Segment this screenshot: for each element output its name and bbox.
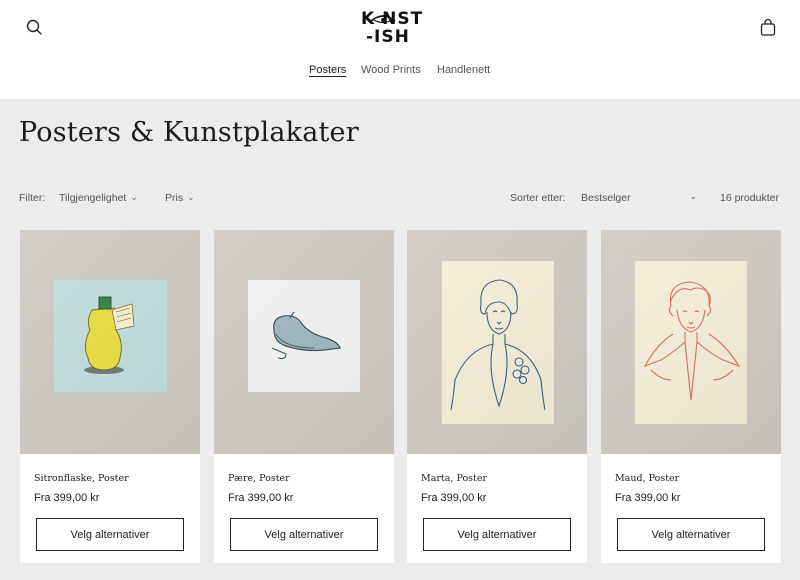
product-price: Fra 399,00 kr <box>228 492 294 504</box>
product-card[interactable]: Pære, Poster Fra 399,00 kr Velg alternat… <box>214 230 394 563</box>
nav-item-posters[interactable]: Posters <box>309 64 346 76</box>
eye-icon <box>370 15 396 24</box>
cart-button[interactable] <box>757 17 779 39</box>
sort-select[interactable]: Bestselger ⌄ <box>581 191 697 204</box>
nav-item-wood-prints[interactable]: Wood Prints <box>361 64 421 76</box>
product-image[interactable] <box>20 230 200 454</box>
filter-label: Filter: <box>19 192 46 204</box>
product-name[interactable]: Marta, Poster <box>421 473 487 484</box>
page-title: Posters & Kunstplakater <box>19 117 359 148</box>
chevron-down-icon: ⌄ <box>130 192 138 202</box>
product-card[interactable]: Marta, Poster Fra 399,00 kr Velg alterna… <box>407 230 587 563</box>
sort-select-value: Bestselger <box>581 192 631 204</box>
product-name[interactable]: Sitronflaske, Poster <box>34 473 129 484</box>
product-price: Fra 399,00 kr <box>34 492 100 504</box>
product-name[interactable]: Pære, Poster <box>228 473 290 484</box>
product-image[interactable] <box>214 230 394 454</box>
price-filter-label: Pris <box>165 192 184 204</box>
logo-text-line2: -ISH <box>366 27 410 47</box>
product-count: 16 produkter <box>720 192 779 204</box>
product-name[interactable]: Maud, Poster <box>615 473 679 484</box>
product-card[interactable]: Maud, Poster Fra 399,00 kr Velg alternat… <box>601 230 781 563</box>
availability-filter-label: Tilgjengelighet <box>59 192 127 204</box>
search-button[interactable] <box>24 17 46 39</box>
site-header: K NST -ISH Posters Wood Prints Handlenet… <box>0 0 800 99</box>
chevron-down-icon: ⌄ <box>689 191 697 201</box>
nav-item-handlenett[interactable]: Handlenett <box>437 64 490 76</box>
search-icon <box>26 19 42 35</box>
bag-icon <box>760 18 776 36</box>
choose-options-button[interactable]: Velg alternativer <box>230 518 378 551</box>
brand-logo[interactable]: K NST -ISH <box>355 8 445 48</box>
choose-options-button[interactable]: Velg alternativer <box>617 518 765 551</box>
choose-options-button[interactable]: Velg alternativer <box>36 518 184 551</box>
product-image[interactable] <box>407 230 587 454</box>
main-nav: Posters Wood Prints Handlenett <box>0 64 800 82</box>
product-price: Fra 399,00 kr <box>615 492 681 504</box>
chevron-down-icon: ⌄ <box>187 192 195 202</box>
product-image[interactable] <box>601 230 781 454</box>
price-filter[interactable]: Pris ⌄ <box>165 192 195 204</box>
product-card[interactable]: Sitronflaske, Poster Fra 399,00 kr Velg … <box>20 230 200 563</box>
sort-label: Sorter etter: <box>510 192 566 204</box>
product-price: Fra 399,00 kr <box>421 492 487 504</box>
availability-filter[interactable]: Tilgjengelighet ⌄ <box>59 192 138 204</box>
collection-section: Posters & Kunstplakater Filter: Tilgjeng… <box>0 99 800 580</box>
choose-options-button[interactable]: Velg alternativer <box>423 518 571 551</box>
filter-bar: Filter: Tilgjengelighet ⌄ Pris ⌄ Sorter et… <box>0 190 800 208</box>
